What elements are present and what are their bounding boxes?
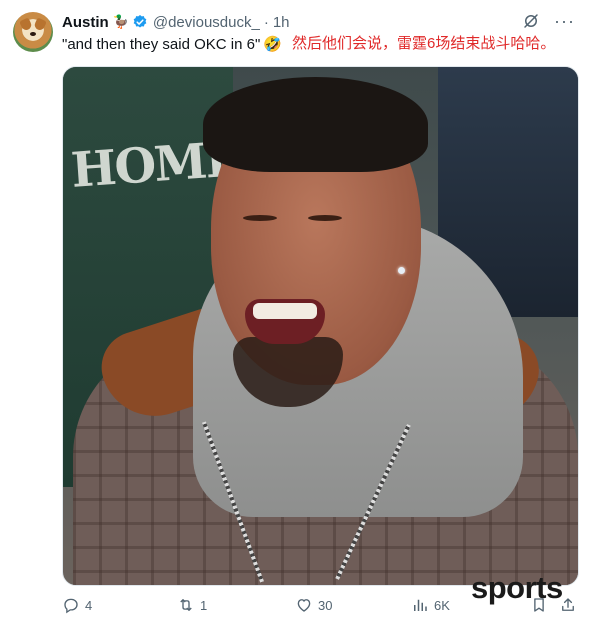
view-count: 6K: [434, 597, 450, 613]
like-count: 30: [318, 597, 333, 613]
photo-eye-left: [243, 215, 277, 221]
retweet-count: 1: [200, 597, 208, 613]
heart-icon: [297, 599, 311, 612]
photo-hair: [203, 77, 428, 172]
avatar-ear-right: [33, 17, 47, 32]
like-button[interactable]: 30: [295, 596, 332, 614]
tweet-text: "and then they said OKC in 6" 🤣: [62, 35, 282, 54]
laughing-emoji: 🤣: [263, 36, 282, 53]
tweet-action-bar: 4 1 30 6K: [62, 596, 577, 616]
share-icon: [562, 598, 574, 611]
views-button[interactable]: 6K: [411, 596, 450, 614]
share-button[interactable]: [559, 596, 577, 614]
retweet-button[interactable]: 1: [177, 596, 207, 614]
bookmark-icon: [534, 598, 544, 612]
retweet-icon: [180, 599, 192, 611]
translation-caption: 然后他们会说，雷霆6场结束战斗哈哈。: [292, 35, 556, 52]
separator-dot: ·: [263, 13, 269, 31]
reply-count: 4: [85, 597, 93, 613]
photo-teeth: [253, 303, 317, 319]
author-badge-emoji: 🦆: [112, 14, 129, 29]
grok-icon[interactable]: [522, 12, 540, 30]
tweet-top-actions: ···: [522, 12, 575, 30]
avatar[interactable]: [13, 12, 53, 52]
tweet-header: Austin 🦆 @deviousduck_ · 1h: [62, 12, 290, 32]
photo-eye-right: [308, 215, 342, 221]
verified-badge-icon[interactable]: [132, 14, 148, 30]
photo-earring: [398, 267, 405, 274]
avatar-ear-left: [19, 17, 33, 32]
more-icon[interactable]: ···: [554, 12, 575, 30]
tweet-photo[interactable]: HOME: [62, 66, 579, 586]
bookmark-button[interactable]: [530, 596, 548, 614]
post-time[interactable]: 1h: [273, 14, 290, 31]
views-icon: [414, 599, 427, 611]
tweet-text-body: "and then they said OKC in 6": [62, 36, 261, 53]
avatar-nose: [30, 32, 36, 36]
author-name[interactable]: Austin: [62, 14, 109, 31]
reply-icon: [64, 598, 78, 614]
author-handle[interactable]: @deviousduck_: [153, 14, 260, 31]
reply-button[interactable]: 4: [62, 596, 92, 614]
